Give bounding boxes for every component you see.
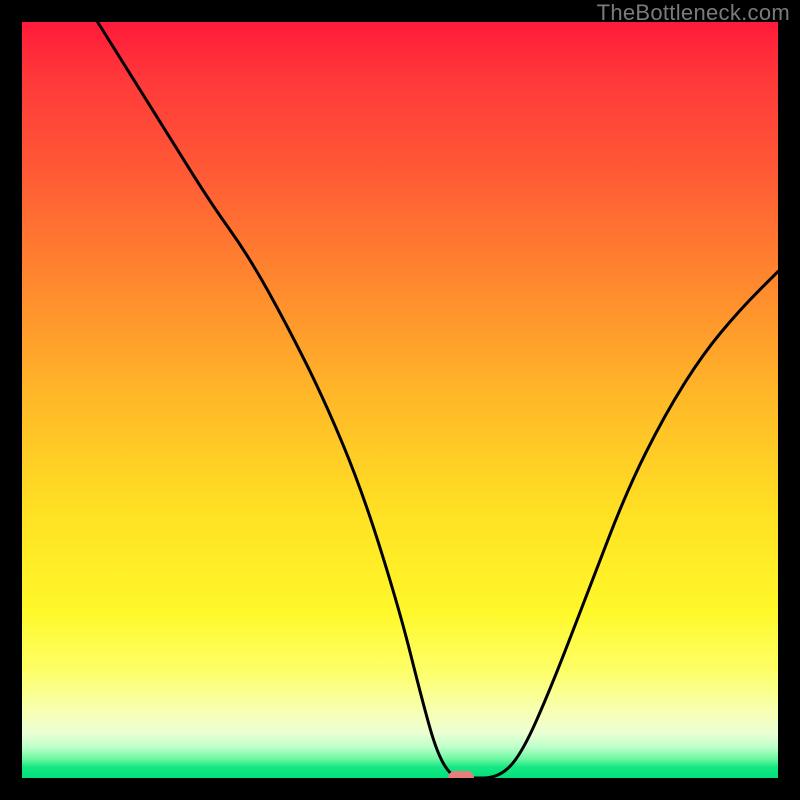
curve-path <box>98 22 778 778</box>
optimum-marker <box>448 771 474 778</box>
plot-area <box>22 22 778 778</box>
bottleneck-curve <box>22 22 778 778</box>
chart-frame: TheBottleneck.com <box>0 0 800 800</box>
